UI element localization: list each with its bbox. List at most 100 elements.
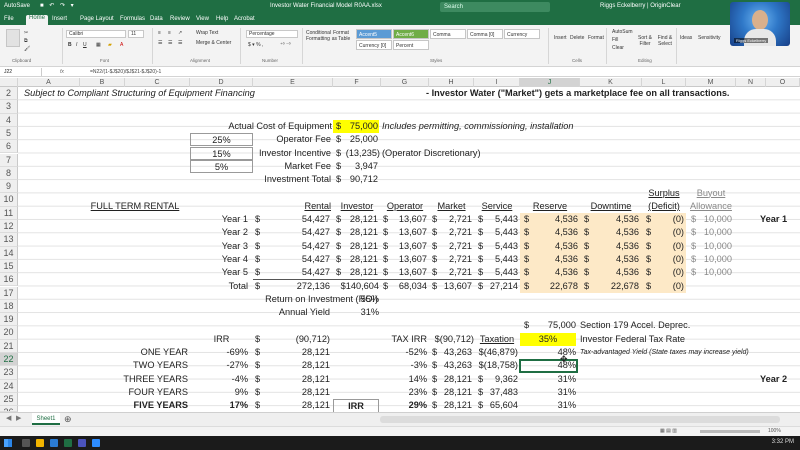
fx-icon[interactable]: fx [60, 68, 64, 76]
col-header-g[interactable]: G [381, 78, 429, 87]
row-header-selected[interactable]: 22 [0, 353, 18, 367]
italic-icon[interactable]: I [76, 42, 77, 48]
format-cells-button[interactable]: Format [588, 35, 604, 41]
cell-m12[interactable]: 10,000 [698, 226, 732, 239]
cell-j23[interactable]: 31% [520, 373, 576, 386]
cell-h20[interactable]: $(90,712) [429, 333, 474, 346]
cell-g12[interactable]: 13,607 [390, 226, 427, 239]
cell-j19[interactable]: 75,000 [530, 319, 576, 332]
find-select-button[interactable]: Find & Select [656, 35, 674, 47]
cell-f12[interactable]: 28,121 [342, 226, 378, 239]
tab-file[interactable]: File [4, 16, 14, 22]
cell-i11[interactable]: 5,443 [484, 213, 518, 226]
tab-help[interactable]: Help [216, 16, 228, 22]
cell-l13[interactable]: (0) [652, 240, 684, 253]
align-top-icon[interactable]: ≡ [158, 30, 161, 36]
cell-f18[interactable]: 31% [333, 306, 379, 319]
cell-l12[interactable]: (0) [652, 226, 684, 239]
font-size-select[interactable]: 11 [128, 30, 144, 38]
col-header-l[interactable]: L [642, 78, 686, 87]
currency-icon[interactable]: $ ▾ % , [248, 42, 263, 48]
row-header[interactable]: 4 [0, 113, 18, 127]
search-box[interactable]: Search [440, 2, 550, 12]
cell-f13[interactable]: 28,121 [342, 240, 378, 253]
row-header[interactable]: 21 [0, 339, 18, 353]
merge-center-button[interactable]: Merge & Center [196, 40, 231, 46]
cell-g22[interactable]: -3% [381, 359, 427, 372]
cell-e5[interactable]: Operator Fee [253, 133, 331, 146]
format-painter-icon[interactable]: 🖌 [24, 46, 30, 52]
cell-d24[interactable]: 9% [190, 386, 248, 399]
align-left-icon[interactable]: ☰ [158, 40, 162, 46]
row-header[interactable]: 14 [0, 246, 18, 260]
autosave-toggle[interactable]: AutoSave [4, 3, 30, 9]
cell-m11[interactable]: 10,000 [698, 213, 732, 226]
cell-f4[interactable]: 75,000 [340, 120, 378, 133]
cell-j12[interactable]: 4,536 [532, 226, 578, 239]
formula-input[interactable]: =N22/(1-$J$20)/$J$21-$J$20)-1 [90, 68, 161, 76]
browser-icon[interactable] [50, 439, 58, 447]
cell-j15[interactable]: 4,536 [532, 266, 578, 279]
underline-icon[interactable]: U [83, 42, 87, 48]
tab-home[interactable]: Home [26, 15, 49, 25]
col-header-h[interactable]: H [429, 78, 474, 87]
style-percent[interactable]: Percent [393, 40, 429, 50]
cell-k10[interactable]: Downtime [580, 200, 642, 213]
cell-k12[interactable]: 4,536 [592, 226, 639, 239]
cell-m10[interactable]: Allowance [686, 200, 736, 213]
cell-i15[interactable]: 5,443 [484, 266, 518, 279]
cell-e7[interactable]: Market Fee [253, 160, 331, 173]
col-header-o[interactable]: O [766, 78, 800, 87]
cell-l14[interactable]: (0) [652, 253, 684, 266]
cell-j13[interactable]: 4,536 [532, 240, 578, 253]
cell-i14[interactable]: 5,443 [484, 253, 518, 266]
tab-insert[interactable]: Insert [52, 16, 67, 22]
cell-l15[interactable]: (0) [652, 266, 684, 279]
cell-i23[interactable]: 9,362 [484, 373, 518, 386]
cell-f11[interactable]: 28,121 [342, 213, 378, 226]
cell-g23[interactable]: 14% [381, 373, 427, 386]
font-name-select[interactable]: Calibri [66, 30, 126, 38]
cell-i20[interactable]: Taxation [474, 333, 520, 346]
select-all-corner[interactable] [0, 78, 18, 87]
col-header-d[interactable]: D [190, 78, 253, 87]
copy-icon[interactable]: ⧉ [24, 38, 28, 44]
cell-e14[interactable]: 54,427 [262, 253, 330, 266]
cell-h11[interactable]: 2,721 [438, 213, 472, 226]
add-sheet-icon[interactable]: ⊕ [64, 414, 72, 425]
cell-g21[interactable]: -52% [381, 346, 427, 359]
row-header[interactable]: 19 [0, 313, 18, 327]
ideas-button[interactable]: Ideas [680, 35, 692, 41]
cell-g25[interactable]: 29% [381, 399, 427, 412]
cell-h15[interactable]: 2,721 [438, 266, 472, 279]
tab-page-layout[interactable]: Page Layout [80, 16, 114, 22]
cell-d21[interactable]: -69% [190, 346, 248, 359]
number-format-select[interactable]: Percentage [246, 30, 298, 38]
cell-e8[interactable]: Investment Total [200, 173, 331, 186]
style-currency[interactable]: Currency [504, 29, 540, 39]
cell-f17[interactable]: 55% [333, 293, 379, 306]
windows-start-icon[interactable] [4, 439, 12, 447]
cell-e15[interactable]: 54,427 [262, 266, 330, 279]
cell-i10[interactable]: Service [474, 200, 520, 213]
row-header[interactable]: 3 [0, 100, 18, 114]
quick-access-toolbar[interactable]: ■ ↶ ↷ ▾ [40, 2, 76, 9]
cell-e12[interactable]: 54,427 [262, 226, 330, 239]
cell-e18[interactable]: Annual Yield [200, 306, 330, 319]
decimal-icon[interactable]: ⁺⁰ ⁻⁰ [280, 42, 291, 48]
cell-f7[interactable]: 3,947 [340, 160, 378, 173]
cell-i24[interactable]: 37,483 [484, 386, 518, 399]
row-header[interactable]: 10 [0, 193, 18, 207]
cell-e6[interactable]: Investor Incentive [253, 147, 331, 160]
cell-c23[interactable]: THREE YEARS [80, 373, 188, 386]
cell-k14[interactable]: 4,536 [592, 253, 639, 266]
sensitivity-button[interactable]: Sensitivity [698, 35, 724, 41]
delete-cells-button[interactable]: Delete [570, 35, 584, 41]
row-header[interactable]: 16 [0, 273, 18, 287]
cell-d11[interactable]: Year 1 [190, 213, 248, 226]
col-header-k[interactable]: K [580, 78, 642, 87]
cell-d6[interactable]: 15% [190, 146, 253, 160]
cell-j24[interactable]: 31% [520, 386, 576, 399]
orientation-icon[interactable]: ↗ [178, 30, 182, 36]
cell-g6[interactable]: (Operator Discretionary) [382, 147, 481, 160]
